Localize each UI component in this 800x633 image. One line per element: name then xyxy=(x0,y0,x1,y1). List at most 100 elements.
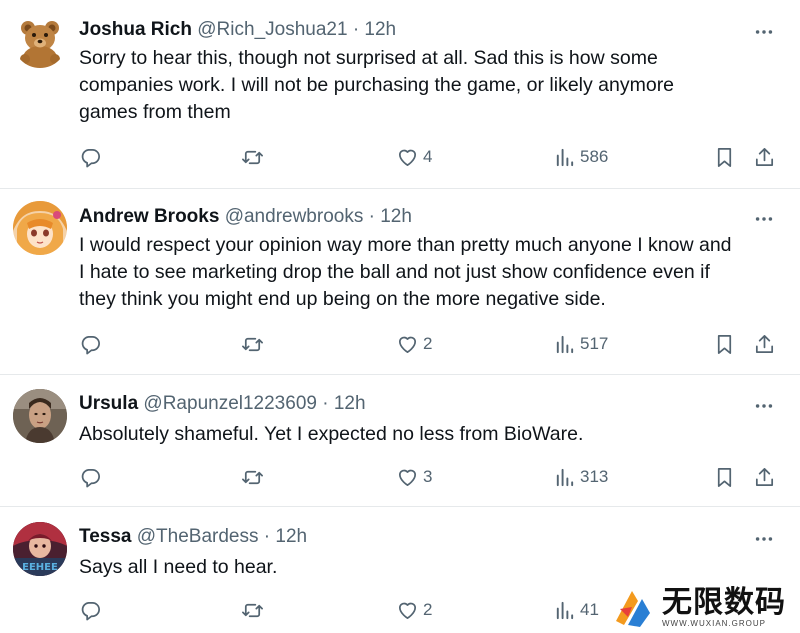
tweet-text-line: I would respect your opinion way more th… xyxy=(79,234,732,256)
like-button[interactable]: 2 xyxy=(396,595,432,625)
display-name[interactable]: Tessa xyxy=(79,526,131,547)
portrait-avatar-icon xyxy=(13,389,67,443)
separator-dot: · xyxy=(368,206,375,227)
repost-icon xyxy=(242,603,263,617)
views-icon xyxy=(556,335,574,353)
reply-icon xyxy=(81,148,100,167)
avatar[interactable]: EEHEE xyxy=(13,522,67,576)
avatar[interactable] xyxy=(13,201,67,255)
tweet-header: Andrew Brooks @andrewbrooks · 12h xyxy=(79,205,412,229)
more-icon xyxy=(755,537,773,541)
tweet-text-line: Absolutely shameful. Yet I expected no l… xyxy=(79,423,584,445)
timestamp[interactable]: 12h xyxy=(380,206,412,227)
separator-dot: · xyxy=(263,526,271,547)
avatar[interactable] xyxy=(13,14,67,68)
tweet-text: Says all I need to hear. xyxy=(79,554,784,581)
views-icon xyxy=(556,148,574,166)
share-icon xyxy=(755,467,774,486)
share-button[interactable] xyxy=(753,462,776,492)
like-button[interactable]: 3 xyxy=(396,462,432,492)
bookmark-button[interactable] xyxy=(713,462,736,492)
like-count: 2 xyxy=(423,600,433,619)
bookmark-icon xyxy=(717,147,732,167)
tweet-header: Joshua Rich @Rich_Joshua21 · 12h xyxy=(79,18,396,42)
tweet-header: Ursula @Rapunzel1223609 · 12h xyxy=(79,392,366,416)
user-handle[interactable]: @Rich_Joshua21 xyxy=(197,19,347,40)
share-button[interactable] xyxy=(753,142,776,172)
like-button[interactable]: 2 xyxy=(396,329,432,359)
heart-icon xyxy=(398,469,417,486)
more-button[interactable] xyxy=(752,394,776,418)
more-icon xyxy=(755,30,773,34)
views-button[interactable]: 41 xyxy=(553,595,599,625)
tweet-text: Absolutely shameful. Yet I expected no l… xyxy=(79,421,784,448)
reply-button[interactable] xyxy=(79,462,102,492)
tweet-text-line: Sorry to hear this, though not surprised… xyxy=(79,47,658,69)
repost-icon xyxy=(242,150,263,164)
anime-girl-avatar-icon xyxy=(13,201,67,255)
repost-button[interactable] xyxy=(241,142,264,172)
tweet-actions: 2 517 xyxy=(0,329,800,359)
user-handle[interactable]: @Rapunzel1223609 xyxy=(143,393,317,414)
view-count: 517 xyxy=(580,334,609,353)
avatar[interactable] xyxy=(13,389,67,443)
avatar-art-text: EEHEE xyxy=(22,562,58,573)
reply-button[interactable] xyxy=(79,329,102,359)
repost-button[interactable] xyxy=(241,462,264,492)
display-name[interactable]: Joshua Rich xyxy=(79,19,192,40)
views-button[interactable]: 313 xyxy=(553,462,608,492)
view-count: 41 xyxy=(580,600,599,619)
like-count: 4 xyxy=(423,147,433,166)
tweet[interactable]: Andrew Brooks @andrewbrooks · 12h I woul… xyxy=(0,189,800,375)
display-name[interactable]: Andrew Brooks xyxy=(79,206,219,227)
tweet-text-line: companies work. I will not be purchasing… xyxy=(79,74,675,96)
separator-dot: · xyxy=(352,19,360,40)
bookmark-icon xyxy=(717,334,732,354)
teddy-bear-avatar-icon xyxy=(13,14,67,68)
share-icon xyxy=(755,334,774,353)
watermark-subtitle: WWW.WUXIAN.GROUP xyxy=(662,619,766,628)
like-button[interactable]: 4 xyxy=(396,142,432,172)
timestamp[interactable]: 12h xyxy=(275,526,307,547)
views-button[interactable]: 517 xyxy=(553,329,608,359)
heart-icon xyxy=(398,149,417,166)
view-count: 586 xyxy=(580,147,609,166)
character-art-avatar-icon: EEHEE xyxy=(13,522,67,576)
more-icon xyxy=(755,217,773,221)
heart-icon xyxy=(398,336,417,353)
bookmark-icon xyxy=(717,467,732,487)
more-button[interactable] xyxy=(752,207,776,231)
timestamp[interactable]: 12h xyxy=(364,19,396,40)
reply-icon xyxy=(81,601,100,620)
heart-icon xyxy=(398,602,417,619)
display-name[interactable]: Ursula xyxy=(79,393,138,414)
more-icon xyxy=(755,404,773,408)
repost-icon xyxy=(242,337,263,351)
user-handle[interactable]: @andrewbrooks xyxy=(225,206,364,227)
share-button[interactable] xyxy=(753,329,776,359)
share-icon xyxy=(755,147,774,166)
tweet-actions: 3 313 xyxy=(0,462,800,492)
tweet-text-line: Says all I need to hear. xyxy=(79,556,278,578)
reply-button[interactable] xyxy=(79,595,102,625)
timestamp[interactable]: 12h xyxy=(334,393,366,414)
reply-icon xyxy=(81,335,100,354)
user-handle[interactable]: @TheBardess xyxy=(137,526,259,547)
tweet-text: Sorry to hear this, though not surprised… xyxy=(79,45,784,126)
tweet[interactable]: Ursula @Rapunzel1223609 · 12h Absolutely… xyxy=(0,375,800,507)
more-button[interactable] xyxy=(752,20,776,44)
bookmark-button[interactable] xyxy=(713,329,736,359)
bookmark-button[interactable] xyxy=(713,142,736,172)
site-watermark: 无限数码 WWW.WUXIAN.GROUP xyxy=(600,582,800,633)
reply-button[interactable] xyxy=(79,142,102,172)
views-icon xyxy=(556,468,574,486)
repost-button[interactable] xyxy=(241,329,264,359)
more-button[interactable] xyxy=(752,527,776,551)
views-icon xyxy=(556,601,574,619)
tweet-text: I would respect your opinion way more th… xyxy=(79,232,784,313)
views-button[interactable]: 586 xyxy=(553,142,608,172)
view-count: 313 xyxy=(580,467,609,486)
tweet[interactable]: Joshua Rich @Rich_Joshua21 · 12h Sorry t… xyxy=(0,0,800,189)
tweet-text-line: they think you might end up being on the… xyxy=(79,288,606,310)
repost-button[interactable] xyxy=(241,595,264,625)
